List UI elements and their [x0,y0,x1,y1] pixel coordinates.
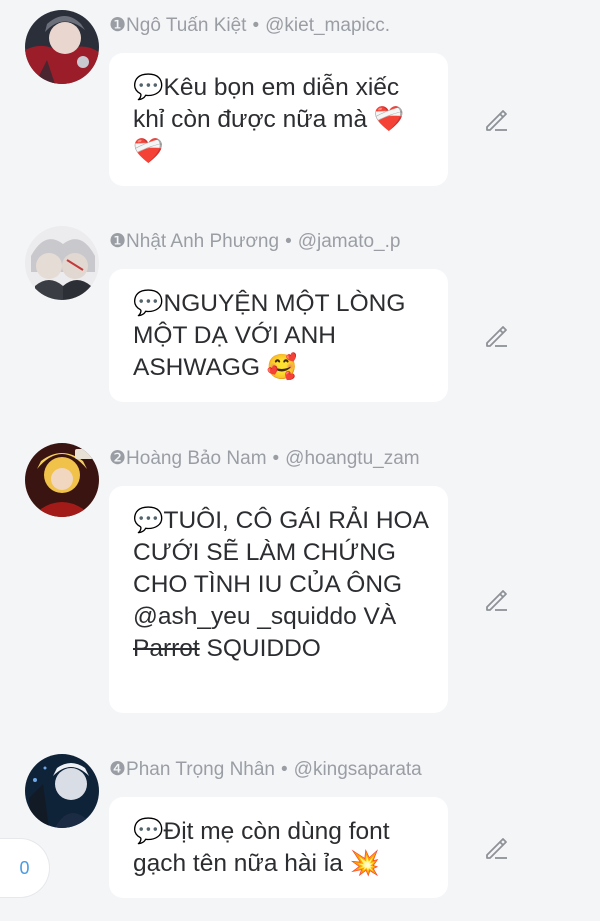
counter-value: 0 [19,857,30,878]
speech-balloon-icon: 💬 [133,816,164,845]
rank-badge: ❶ [109,15,127,36]
speech-balloon-icon: 💬 [133,505,164,534]
comment-meta: ❶Nhật Anh Phương • @jamato_.p [109,230,400,253]
avatar[interactable] [25,226,99,300]
avatar[interactable] [25,443,99,517]
comment-body: NGUYỆN MỘT LÒNG MỘT DẠ VỚI ANH ASHWAGG 🥰 [133,290,413,381]
author-handle[interactable]: @jamato_.p [298,231,401,252]
author-handle[interactable]: @kingsaparata [294,759,422,780]
rank-badge: ❷ [109,448,127,469]
comment-body: Địt mẹ còn dùng font gạch tên nữa hài ỉa… [133,818,397,877]
comment-body-end: SQUIDDO [199,635,321,662]
comment-text: 💬Kêu bọn em diễn xiếc khỉ còn được nữa m… [133,71,428,168]
author-handle[interactable]: @hoangtu_zam [285,448,419,469]
comment-body: Kêu bọn em diễn xiếc khỉ còn được nữa mà… [133,74,406,165]
speech-balloon-icon: 💬 [133,72,164,101]
comment-bubble: 💬NGUYỆN MỘT LÒNG MỘT DẠ VỚI ANH ASHWAGG … [109,269,448,402]
comment-text: 💬NGUYỆN MỘT LÒNG MỘT DẠ VỚI ANH ASHWAGG … [133,287,428,384]
edit-pencil-icon[interactable] [483,107,509,133]
avatar[interactable] [25,754,99,828]
meta-separator: • [252,15,260,36]
edit-pencil-icon[interactable] [483,587,509,613]
strikethrough-text: Parrot [133,635,200,662]
author-name[interactable]: Ngô Tuấn Kiệt [126,15,246,36]
meta-separator: • [272,448,280,469]
author-name[interactable]: Phan Trọng Nhân [126,759,275,780]
comment-meta: ❹Phan Trọng Nhân • @kingsaparata [109,758,422,781]
comment-meta: ❶Ngô Tuấn Kiệt • @kiet_mapicc. [109,14,390,37]
comment-bubble: 💬Kêu bọn em diễn xiếc khỉ còn được nữa m… [109,53,448,186]
author-handle[interactable]: @kiet_mapicc. [265,15,390,36]
comment-bubble: 💬TUÔI, CÔ GÁI RẢI HOA CƯỚI SẼ LÀM CHỨNG … [109,486,448,713]
author-name[interactable]: Hoàng Bảo Nam [126,448,266,469]
avatar[interactable] [25,10,99,84]
author-name[interactable]: Nhật Anh Phương [126,231,279,252]
comment-body: TUÔI, CÔ GÁI RẢI HOA CƯỚI SẼ LÀM CHỨNG C… [133,507,435,630]
comment-meta: ❷Hoàng Bảo Nam • @hoangtu_zam [109,447,420,470]
rank-badge: ❶ [109,231,127,252]
meta-separator: • [285,231,292,252]
rank-badge: ❹ [109,759,127,780]
edit-pencil-icon[interactable] [483,835,509,861]
comment-text: 💬Địt mẹ còn dùng font gạch tên nữa hài ỉ… [133,815,428,880]
comment-bubble: 💬Địt mẹ còn dùng font gạch tên nữa hài ỉ… [109,797,448,898]
speech-balloon-icon: 💬 [133,288,164,317]
comment-text: 💬TUÔI, CÔ GÁI RẢI HOA CƯỚI SẼ LÀM CHỨNG … [133,504,428,665]
meta-separator: • [281,759,288,780]
edit-pencil-icon[interactable] [483,323,509,349]
comment-counter-button[interactable]: 0 [0,838,50,898]
